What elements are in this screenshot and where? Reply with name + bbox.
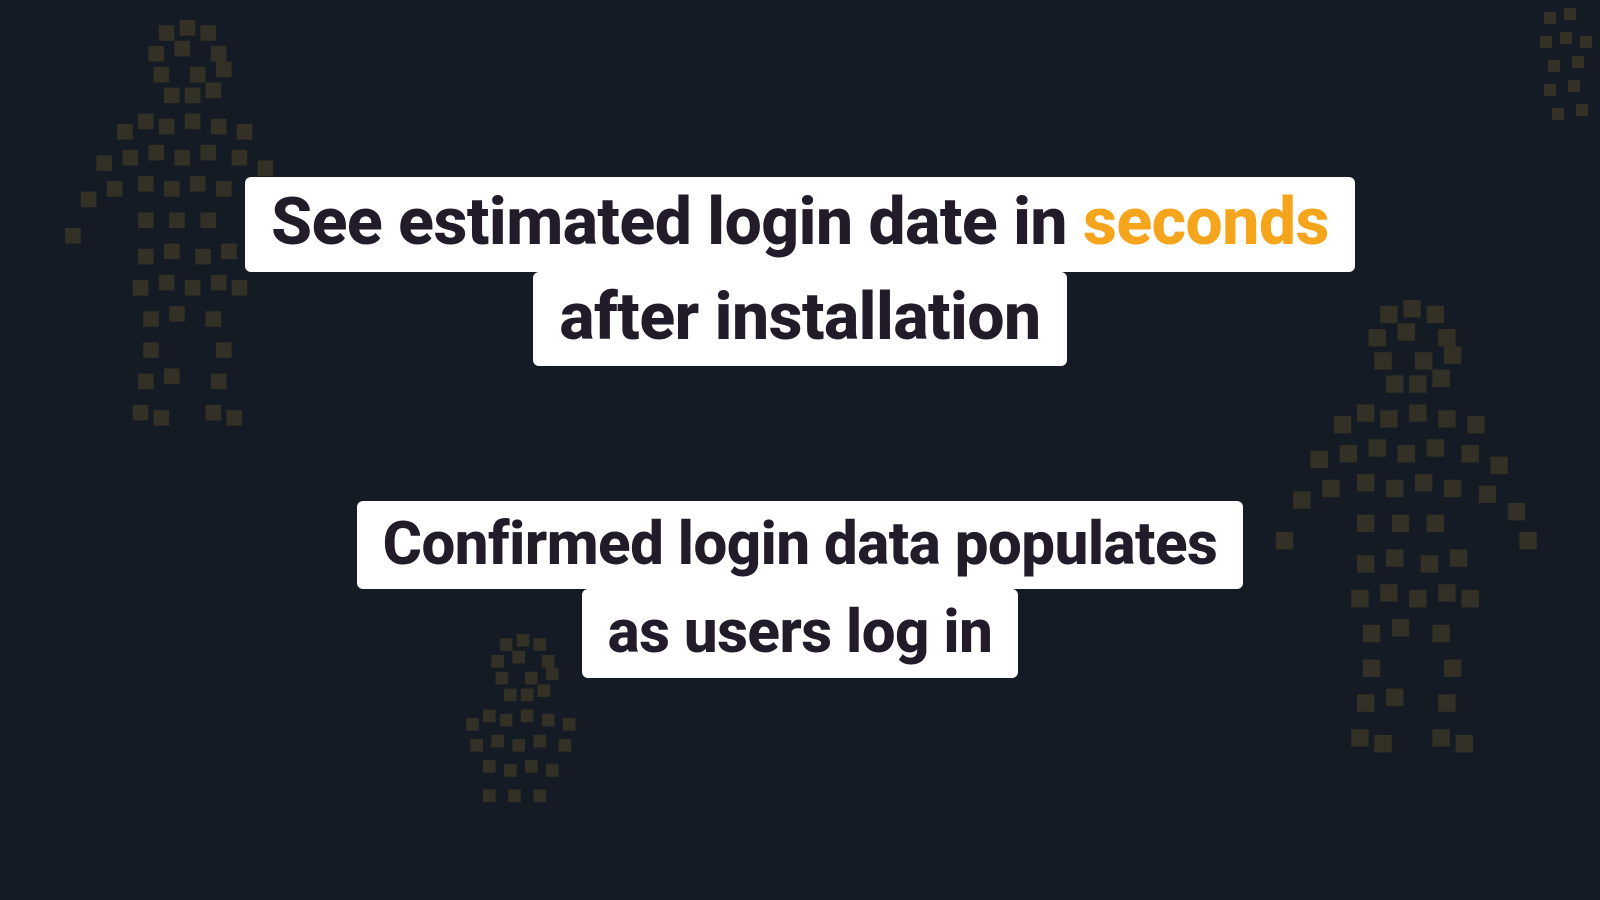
subheadline-row-1: Confirmed login data populates <box>357 501 1244 589</box>
subheadline: Confirmed login data populates as users … <box>357 501 1244 678</box>
headline: See estimated login date in seconds afte… <box>245 177 1355 366</box>
headline-row-2: after installation <box>533 272 1066 367</box>
headline-part1: See estimated login date in <box>271 184 1083 261</box>
headline-row-1: See estimated login date in seconds <box>245 177 1355 272</box>
slide-content: See estimated login date in seconds afte… <box>0 177 1600 678</box>
headline-accent: seconds <box>1083 184 1329 261</box>
subheadline-row-2: as users log in <box>582 589 1019 677</box>
pixel-figure-icon <box>1540 8 1600 128</box>
